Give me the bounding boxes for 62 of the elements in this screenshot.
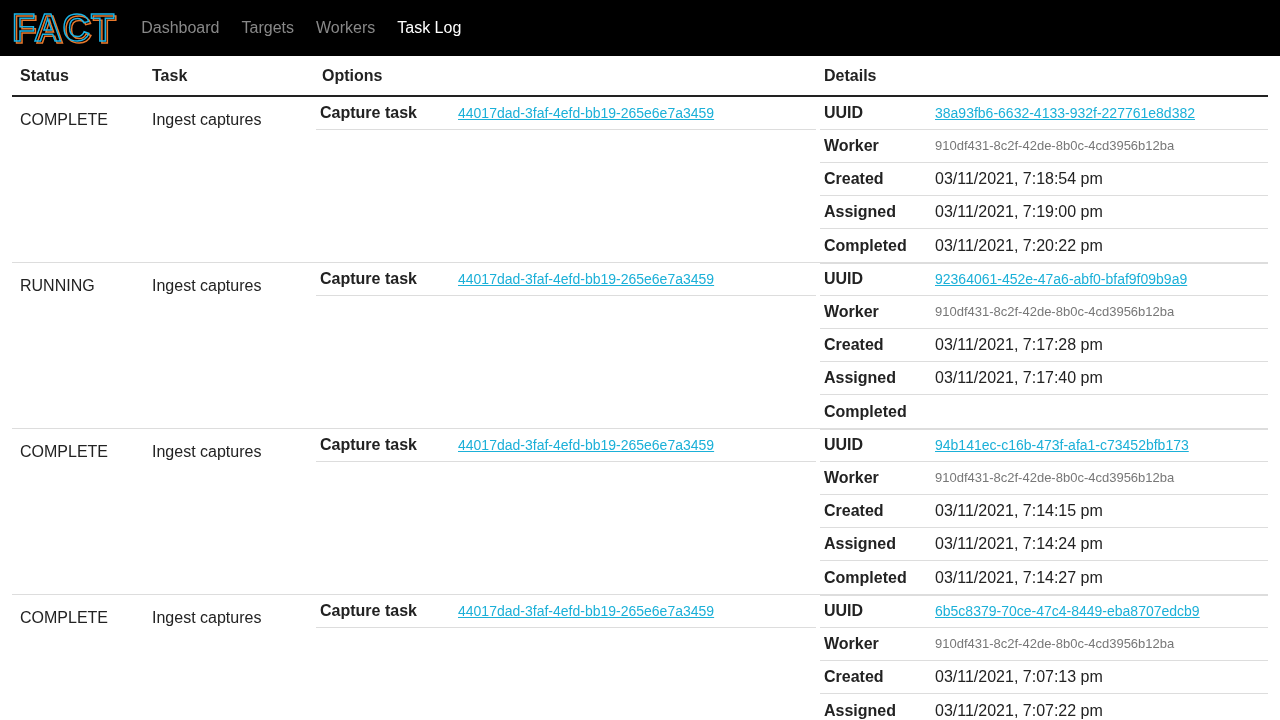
task-name: Ingest captures — [152, 609, 262, 626]
task-link[interactable]: 44017dad-3faf-4efd-bb19-265e6e7a3459 — [458, 268, 715, 290]
detail-label: Created — [824, 501, 885, 521]
uuid-link[interactable]: 38a93fb6-6632-4133-932f-227761e8d382 — [935, 102, 1195, 124]
detail-label: Completed — [824, 401, 908, 422]
task-name: Ingest captures — [152, 111, 262, 128]
uuid-link[interactable]: 94b141ec-c16b-473f-afa1-c73452bfb173 — [935, 434, 1189, 456]
task-link[interactable]: 44017dad-3faf-4efd-bb19-265e6e7a3459 — [458, 102, 715, 124]
timestamp: 03/11/2021, 7:18:54 pm — [935, 169, 1103, 189]
detail-label: Worker — [824, 634, 880, 654]
worker-id: 910df431-8c2f-42de-8b0c-4cd3956b12ba — [935, 137, 1175, 156]
detail-label: Created — [824, 169, 885, 189]
column-header: Status — [20, 66, 69, 84]
worker-id: 910df431-8c2f-42de-8b0c-4cd3956b12ba — [935, 303, 1175, 322]
detail-label: UUID — [824, 435, 865, 455]
task-name: Ingest captures — [152, 443, 262, 460]
detail-label: Assigned — [824, 368, 897, 388]
detail-label: Worker — [824, 468, 880, 488]
detail-label: Assigned — [824, 700, 897, 720]
uuid-link[interactable]: 6b5c8379-70ce-47c4-8449-eba8707edcb9 — [935, 600, 1200, 622]
task-link[interactable]: 44017dad-3faf-4efd-bb19-265e6e7a3459 — [458, 600, 715, 622]
status-text: COMPLETE — [20, 111, 108, 128]
column-header: Options — [322, 66, 383, 84]
timestamp: 03/11/2021, 7:14:15 pm — [935, 501, 1103, 521]
detail-label: Completed — [824, 567, 908, 588]
status-text: COMPLETE — [20, 609, 108, 626]
detail-label: Assigned — [824, 534, 897, 554]
option-label: Capture task — [320, 103, 418, 123]
status-text: RUNNING — [20, 277, 95, 294]
detail-label: UUID — [824, 103, 865, 123]
option-label: Capture task — [320, 435, 418, 455]
uuid-link[interactable]: 92364061-452e-47a6-abf0-bfaf9f09b9a9 — [935, 268, 1188, 290]
nav-link[interactable]: Targets — [241, 16, 294, 40]
task-link[interactable]: 44017dad-3faf-4efd-bb19-265e6e7a3459 — [458, 434, 715, 456]
nav-link[interactable]: Task Log — [397, 16, 462, 40]
option-label: Capture task — [320, 269, 418, 289]
worker-id: 910df431-8c2f-42de-8b0c-4cd3956b12ba — [935, 635, 1175, 654]
timestamp: 03/11/2021, 7:14:24 pm — [935, 534, 1103, 554]
timestamp: 03/11/2021, 7:19:00 pm — [935, 202, 1103, 222]
task-name: Ingest captures — [152, 277, 262, 294]
timestamp: 03/11/2021, 7:07:22 pm — [935, 700, 1103, 720]
timestamp: 03/11/2021, 7:07:13 pm — [935, 667, 1103, 687]
detail-label: Created — [824, 335, 885, 355]
brand-logo[interactable]: FACT — [12, 9, 116, 47]
column-header: Task — [152, 66, 188, 84]
detail-label: Created — [824, 667, 885, 687]
detail-label: Worker — [824, 302, 880, 322]
nav-link[interactable]: Dashboard — [141, 16, 220, 40]
status-text: COMPLETE — [20, 443, 108, 460]
detail-label: Completed — [824, 235, 908, 256]
detail-label: Worker — [824, 136, 880, 156]
column-header: Details — [824, 66, 877, 84]
option-label: Capture task — [320, 601, 418, 621]
timestamp: 03/11/2021, 7:20:22 pm — [935, 235, 1103, 256]
timestamp: 03/11/2021, 7:17:28 pm — [935, 335, 1103, 355]
nav-link[interactable]: Workers — [315, 16, 376, 40]
detail-label: UUID — [824, 269, 865, 289]
detail-label: Assigned — [824, 202, 897, 222]
timestamp: 03/11/2021, 7:17:40 pm — [935, 368, 1103, 388]
timestamp: 03/11/2021, 7:14:27 pm — [935, 567, 1103, 588]
worker-id: 910df431-8c2f-42de-8b0c-4cd3956b12ba — [935, 469, 1175, 488]
detail-label: UUID — [824, 601, 865, 621]
